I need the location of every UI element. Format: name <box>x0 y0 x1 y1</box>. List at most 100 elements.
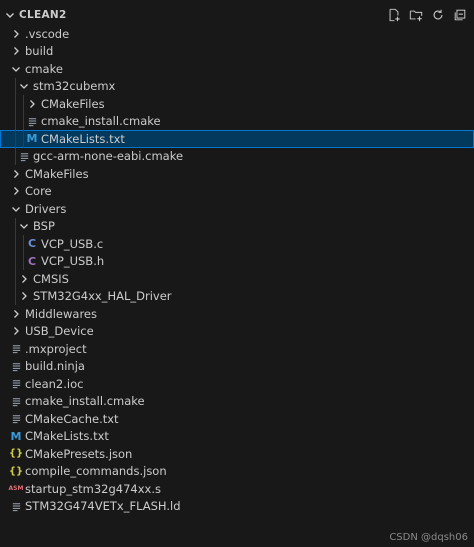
indent-guide <box>15 252 16 270</box>
indent-guide <box>23 235 24 253</box>
c-file-icon: C <box>27 237 37 251</box>
tree-item-label: build.ninja <box>25 359 85 374</box>
chevron-right-icon[interactable] <box>10 28 22 40</box>
tree-file[interactable]: CMakeCache.txt <box>0 410 474 428</box>
tree-folder[interactable]: BSP <box>0 217 474 235</box>
tree-item-label: Middlewares <box>25 306 97 321</box>
tree-folder[interactable]: stm32cubemx <box>0 77 474 95</box>
tree-item-label: gcc-arm-none-eabi.cmake <box>33 149 184 164</box>
chevron-right-icon[interactable] <box>10 325 22 337</box>
indent-guide <box>15 270 16 288</box>
tree-folder[interactable]: CMSIS <box>0 270 474 288</box>
indent-guide <box>23 112 24 130</box>
tree-folder[interactable]: cmake <box>0 60 474 78</box>
tree-file[interactable]: clean2.ioc <box>0 375 474 393</box>
cmake-icon: M <box>10 429 22 443</box>
chevron-right-icon[interactable] <box>26 98 38 110</box>
lines-file-icon <box>10 378 22 390</box>
chevron-down-icon[interactable] <box>18 80 30 92</box>
tree-file[interactable]: ASM startup_stm32g474xx.s <box>0 480 474 498</box>
chevron-down-icon[interactable] <box>18 220 30 232</box>
tree-file[interactable]: {} compile_commands.json <box>0 463 474 481</box>
tree-file[interactable]: .mxproject <box>0 340 474 358</box>
tree-item-label: CMakeLists.txt <box>25 429 109 444</box>
lines-file-icon <box>10 343 22 355</box>
chevron-right-icon[interactable] <box>18 290 30 302</box>
watermark: CSDN @dqsh06 <box>389 532 468 543</box>
indent-guide <box>23 95 24 113</box>
lines-file-icon <box>10 413 22 425</box>
chevron-down-icon[interactable] <box>10 63 22 75</box>
tree-item-label: .vscode <box>25 26 70 41</box>
tree-item-label: cmake_install.cmake <box>25 394 145 409</box>
cmake-icon: M <box>26 132 38 146</box>
explorer-actions <box>386 7 468 23</box>
tree-item-label: CMSIS <box>33 271 69 286</box>
tree-folder[interactable]: build <box>0 43 474 61</box>
tree-item-label: CMakeCache.txt <box>25 411 119 426</box>
tree-item-label: CMakeFiles <box>41 96 105 111</box>
lines-file-icon <box>10 500 22 512</box>
tree-item-label: VCP_USB.h <box>41 254 105 269</box>
indent-guide <box>15 112 16 130</box>
chevron-right-icon[interactable] <box>10 308 22 320</box>
tree-folder[interactable]: Middlewares <box>0 305 474 323</box>
chevron-right-icon[interactable] <box>10 185 22 197</box>
json-file-icon: {} <box>8 448 24 460</box>
tree-item-label: cmake <box>25 61 63 76</box>
indent-guide <box>15 95 16 113</box>
chevron-down-icon[interactable] <box>10 203 22 215</box>
tree-item-label: clean2.ioc <box>25 376 84 391</box>
tree-file[interactable]: C VCP_USB.c <box>0 235 474 253</box>
tree-item-label: .mxproject <box>25 341 87 356</box>
tree-file[interactable]: {} CMakePresets.json <box>0 445 474 463</box>
tree-item-label: STM32G4xx_HAL_Driver <box>33 289 172 304</box>
tree-item-label: build <box>25 44 54 59</box>
tree-file[interactable]: cmake_install.cmake <box>0 393 474 411</box>
indent-guide <box>15 287 16 305</box>
tree-folder[interactable]: USB_Device <box>0 323 474 341</box>
collapse-all-icon[interactable] <box>452 7 468 23</box>
new-file-icon[interactable] <box>386 7 402 23</box>
indent-guide <box>15 130 16 148</box>
tree-folder[interactable]: CMakeFiles <box>0 95 474 113</box>
indent-guide <box>23 252 24 270</box>
tree-item-label: VCP_USB.c <box>41 236 104 251</box>
asm-file-icon: ASM <box>8 485 24 493</box>
tree-item-label: BSP <box>33 219 55 234</box>
tree-file[interactable]: gcc-arm-none-eabi.cmake <box>0 147 474 165</box>
chevron-right-icon[interactable] <box>10 168 22 180</box>
tree-item-label: Core <box>25 184 52 199</box>
tree-item-label: CMakePresets.json <box>25 446 133 461</box>
lines-file-icon <box>10 395 22 407</box>
chevron-right-icon[interactable] <box>18 273 30 285</box>
refresh-icon[interactable] <box>430 7 446 23</box>
tree-folder[interactable]: Drivers <box>0 200 474 218</box>
indent-guide <box>15 77 16 95</box>
workspace-title: CLEAN2 <box>19 9 67 21</box>
tree-folder[interactable]: Core <box>0 183 474 201</box>
tree-folder[interactable]: CMakeFiles <box>0 165 474 183</box>
tree-item-label: startup_stm32g474xx.s <box>25 481 161 496</box>
chevron-down-icon[interactable] <box>4 9 16 21</box>
new-folder-icon[interactable] <box>408 7 424 23</box>
tree-item-label: USB_Device <box>25 324 94 339</box>
tree-item-label: cmake_install.cmake <box>41 114 161 129</box>
lines-file-icon <box>26 115 38 127</box>
file-tree: .vscode build cmake stm32cubemx CMakeFiles cm… <box>0 25 474 515</box>
tree-folder[interactable]: .vscode <box>0 25 474 43</box>
tree-file[interactable]: M CMakeLists.txt <box>0 428 474 446</box>
tree-item-label: compile_commands.json <box>25 464 167 479</box>
tree-file[interactable]: C VCP_USB.h <box>0 252 474 270</box>
tree-file[interactable]: cmake_install.cmake <box>0 112 474 130</box>
tree-file[interactable]: M CMakeLists.txt <box>0 130 474 148</box>
indent-guide <box>15 217 16 235</box>
tree-item-label: STM32G474VETx_FLASH.ld <box>25 499 181 514</box>
tree-item-label: CMakeFiles <box>25 166 89 181</box>
tree-file[interactable]: build.ninja <box>0 358 474 376</box>
chevron-right-icon[interactable] <box>10 45 22 57</box>
indent-guide <box>15 147 16 165</box>
indent-guide <box>15 235 16 253</box>
tree-file[interactable]: STM32G474VETx_FLASH.ld <box>0 498 474 516</box>
tree-folder[interactable]: STM32G4xx_HAL_Driver <box>0 287 474 305</box>
